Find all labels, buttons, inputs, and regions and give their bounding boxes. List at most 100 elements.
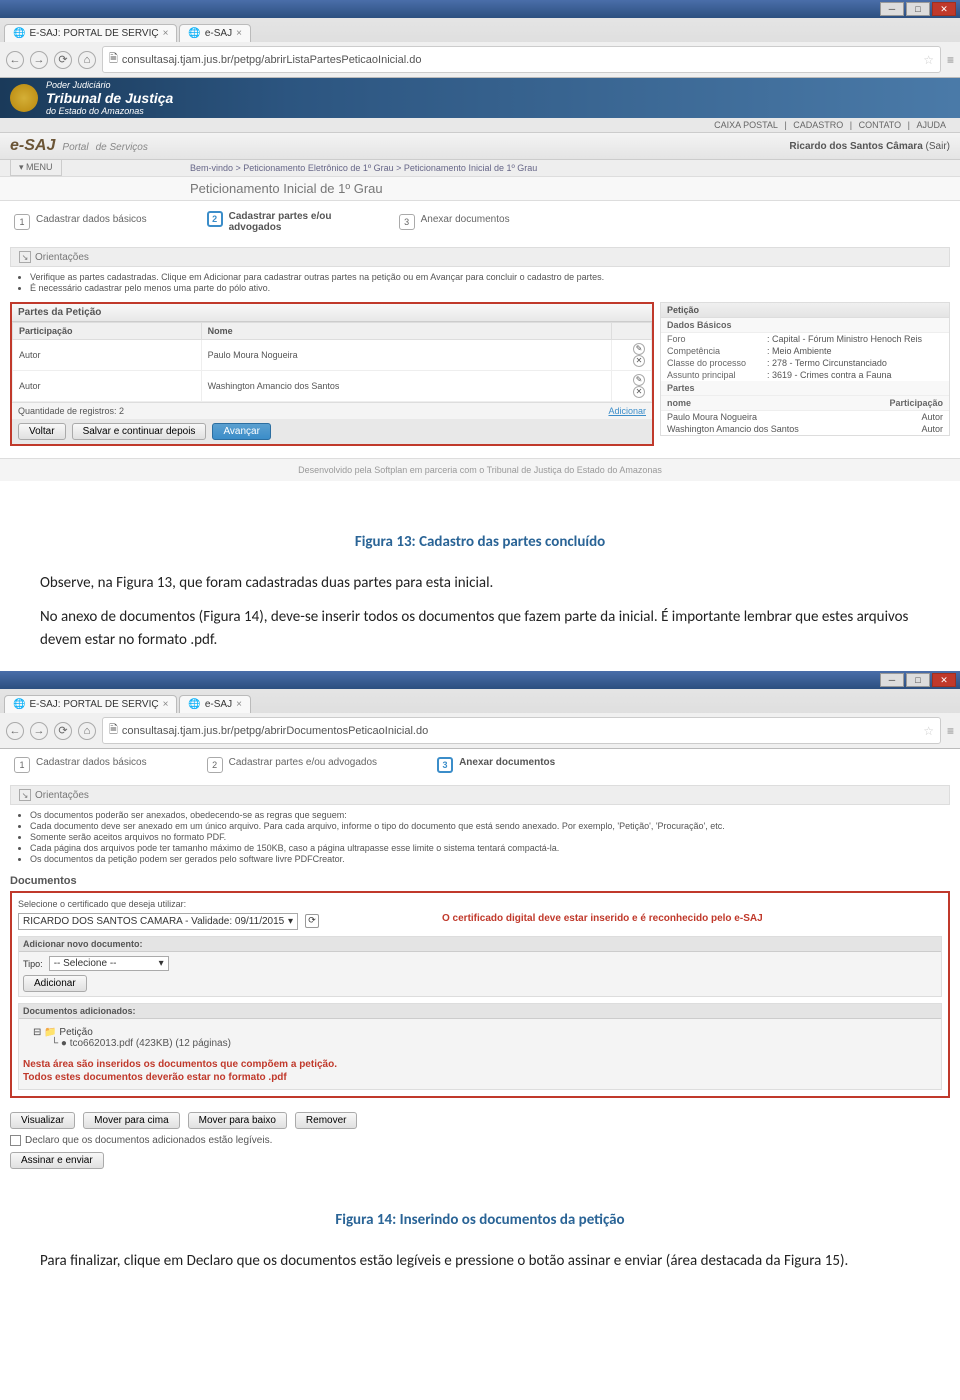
record-count: Quantidade de registros: 2 [18,406,124,416]
browser-tab-1[interactable]: 🌐 E-SAJ: PORTAL DE SERVIÇ × [4,24,177,42]
tab-close-icon[interactable]: × [236,699,242,710]
refresh-icon[interactable]: ⟳ [305,914,319,928]
edit-icon[interactable]: ✎ [633,374,645,386]
step-number: 3 [437,757,453,773]
document-actions: Visualizar Mover para cima Mover para ba… [10,1112,950,1129]
banner-subtitle: do Estado do Amazonas [46,106,173,116]
close-button[interactable]: ✕ [932,2,956,16]
step-1[interactable]: 1 Cadastrar dados básicos [14,757,147,773]
chevron-down-icon: ▾ [19,162,24,172]
reload-button[interactable]: ⟳ [54,722,72,740]
delete-icon[interactable]: ✕ [633,386,645,398]
address-row: ← → ⟳ ⌂ 🗎 consultasaj.tjam.jus.br/petpg/… [0,42,960,77]
step-1[interactable]: 1 Cadastrar dados básicos [14,214,147,230]
user-name: Ricardo dos Santos Câmara [789,141,922,152]
tip-item: Os documentos da petição podem ser gerad… [30,854,950,864]
figure-caption-14: Figura 14: Inserindo os documentos da pe… [40,1209,920,1232]
browser-tab-2[interactable]: 🌐 e-SAJ × [179,24,251,42]
minimize-button[interactable]: ─ [880,2,904,16]
globe-icon: 🌐 [13,28,25,39]
bookmark-icon[interactable]: ☆ [923,53,934,67]
link-cadastro[interactable]: CADASTRO [793,120,843,130]
step-number: 1 [14,214,30,230]
banner-text: Poder Judiciário Tribunal de Justiça do … [46,80,173,116]
tab-label: E-SAJ: PORTAL DE SERVIÇ [29,699,158,710]
maximize-button[interactable]: □ [906,673,930,687]
cert-select[interactable]: RICARDO DOS SANTOS CAMARA - Validade: 09… [18,913,298,930]
home-button[interactable]: ⌂ [78,51,96,69]
window-controls: ─ □ ✕ [0,0,960,18]
tab-close-icon[interactable]: × [236,28,242,39]
tree-folder[interactable]: ⊟ 📁 Petição [33,1027,937,1038]
browser-tab-1[interactable]: 🌐 E-SAJ: PORTAL DE SERVIÇ × [4,695,177,713]
browser-tab-2[interactable]: 🌐 e-SAJ × [179,695,251,713]
avancar-button[interactable]: Avançar [212,423,271,440]
cert-warning: O certificado digital deve estar inserid… [442,913,763,924]
partes-table: Participação Nome Autor Paulo Moura Nogu… [12,322,652,402]
visualizar-button[interactable]: Visualizar [10,1112,75,1129]
tipo-label: Tipo: [23,959,43,969]
page-title: ▾ MENU Peticionamento Inicial de 1º Grau [0,177,960,201]
list-item: Paulo Moura Nogueira Autor [661,411,949,423]
step-3[interactable]: 3 Anexar documentos [437,757,555,773]
browser-tabs: 🌐 E-SAJ: PORTAL DE SERVIÇ × 🌐 e-SAJ × [0,689,960,713]
address-bar[interactable]: 🗎 consultasaj.tjam.jus.br/petpg/abrirDoc… [102,717,941,744]
tree-file[interactable]: └ ● tco662013.pdf (423KB) (12 páginas) [33,1038,937,1049]
tipo-select[interactable]: -- Selecione -- ▾ [49,956,169,971]
tab-close-icon[interactable]: × [163,699,169,710]
step-2[interactable]: 2 Cadastrar partes e/ou advogados [207,211,339,233]
maximize-button[interactable]: □ [906,2,930,16]
salvar-button[interactable]: Salvar e continuar depois [72,423,207,440]
link-ajuda[interactable]: AJUDA [916,120,946,130]
step-number: 3 [399,214,415,230]
mover-cima-button[interactable]: Mover para cima [83,1112,179,1129]
forward-button[interactable]: → [30,51,48,69]
globe-icon: 🌐 [13,699,25,710]
declare-checkbox[interactable] [10,1135,21,1146]
browser-menu-icon[interactable]: ≡ [947,53,954,67]
assinar-enviar-button[interactable]: Assinar e enviar [10,1152,104,1169]
orientacoes-header[interactable]: ↘ Orientações [10,247,950,267]
add-link[interactable]: Adicionar [608,406,646,416]
tip-item: Somente serão aceitos arquivos no format… [30,832,950,842]
partes-panel: Partes da Petição Participação Nome Auto… [10,302,654,446]
step-2[interactable]: 2 Cadastrar partes e/ou advogados [207,757,377,773]
orientacoes-header[interactable]: ↘ Orientações [10,785,950,805]
menu-toggle[interactable]: ▾ MENU [10,159,62,176]
minimize-button[interactable]: ─ [880,673,904,687]
forward-button[interactable]: → [30,722,48,740]
user-info: Ricardo dos Santos Câmara (Sair) [789,141,950,152]
home-button[interactable]: ⌂ [78,722,96,740]
back-button[interactable]: ← [6,51,24,69]
folder-icon: 📁 [44,1027,56,1038]
adicionar-button[interactable]: Adicionar [23,975,87,992]
tip-item: Cada página dos arquivos pode ter tamanh… [30,843,950,853]
bookmark-icon[interactable]: ☆ [923,724,934,738]
cert-label: Selecione o certificado que deseja utili… [18,899,942,909]
close-button[interactable]: ✕ [932,673,956,687]
document-body: Figura 13: Cadastro das partes concluído… [0,481,960,671]
tip-item: Cada documento deve ser anexado em um ún… [30,821,950,831]
edit-icon[interactable]: ✎ [633,343,645,355]
link-caixa-postal[interactable]: CAIXA POSTAL [714,120,778,130]
step-3[interactable]: 3 Anexar documentos [399,214,510,230]
logout-link[interactable]: (Sair) [926,141,950,152]
reload-button[interactable]: ⟳ [54,51,72,69]
tab-close-icon[interactable]: × [163,28,169,39]
mover-baixo-button[interactable]: Mover para baixo [188,1112,287,1129]
added-docs-header: Documentos adicionados: [19,1004,941,1019]
back-button[interactable]: ← [6,722,24,740]
link-contato[interactable]: CONTATO [859,120,902,130]
document-tree: ⊟ 📁 Petição └ ● tco662013.pdf (423KB) (1… [23,1023,937,1053]
table-row: Autor Paulo Moura Nogueira ✎ ✕ [13,340,652,371]
document-body: Figura 14: Inserindo os documentos da pe… [0,1179,960,1292]
count-row: Quantidade de registros: 2 Adicionar [12,402,652,419]
browser-menu-icon[interactable]: ≡ [947,724,954,738]
collapse-icon: ↘ [19,251,31,263]
delete-icon[interactable]: ✕ [633,355,645,367]
remover-button[interactable]: Remover [295,1112,358,1129]
address-bar[interactable]: 🗎 consultasaj.tjam.jus.br/petpg/abrirLis… [102,46,941,73]
voltar-button[interactable]: Voltar [18,423,66,440]
added-documents-box: Documentos adicionados: ⊟ 📁 Petição └ ● … [18,1003,942,1090]
figure-caption-13: Figura 13: Cadastro das partes concluído [40,531,920,554]
